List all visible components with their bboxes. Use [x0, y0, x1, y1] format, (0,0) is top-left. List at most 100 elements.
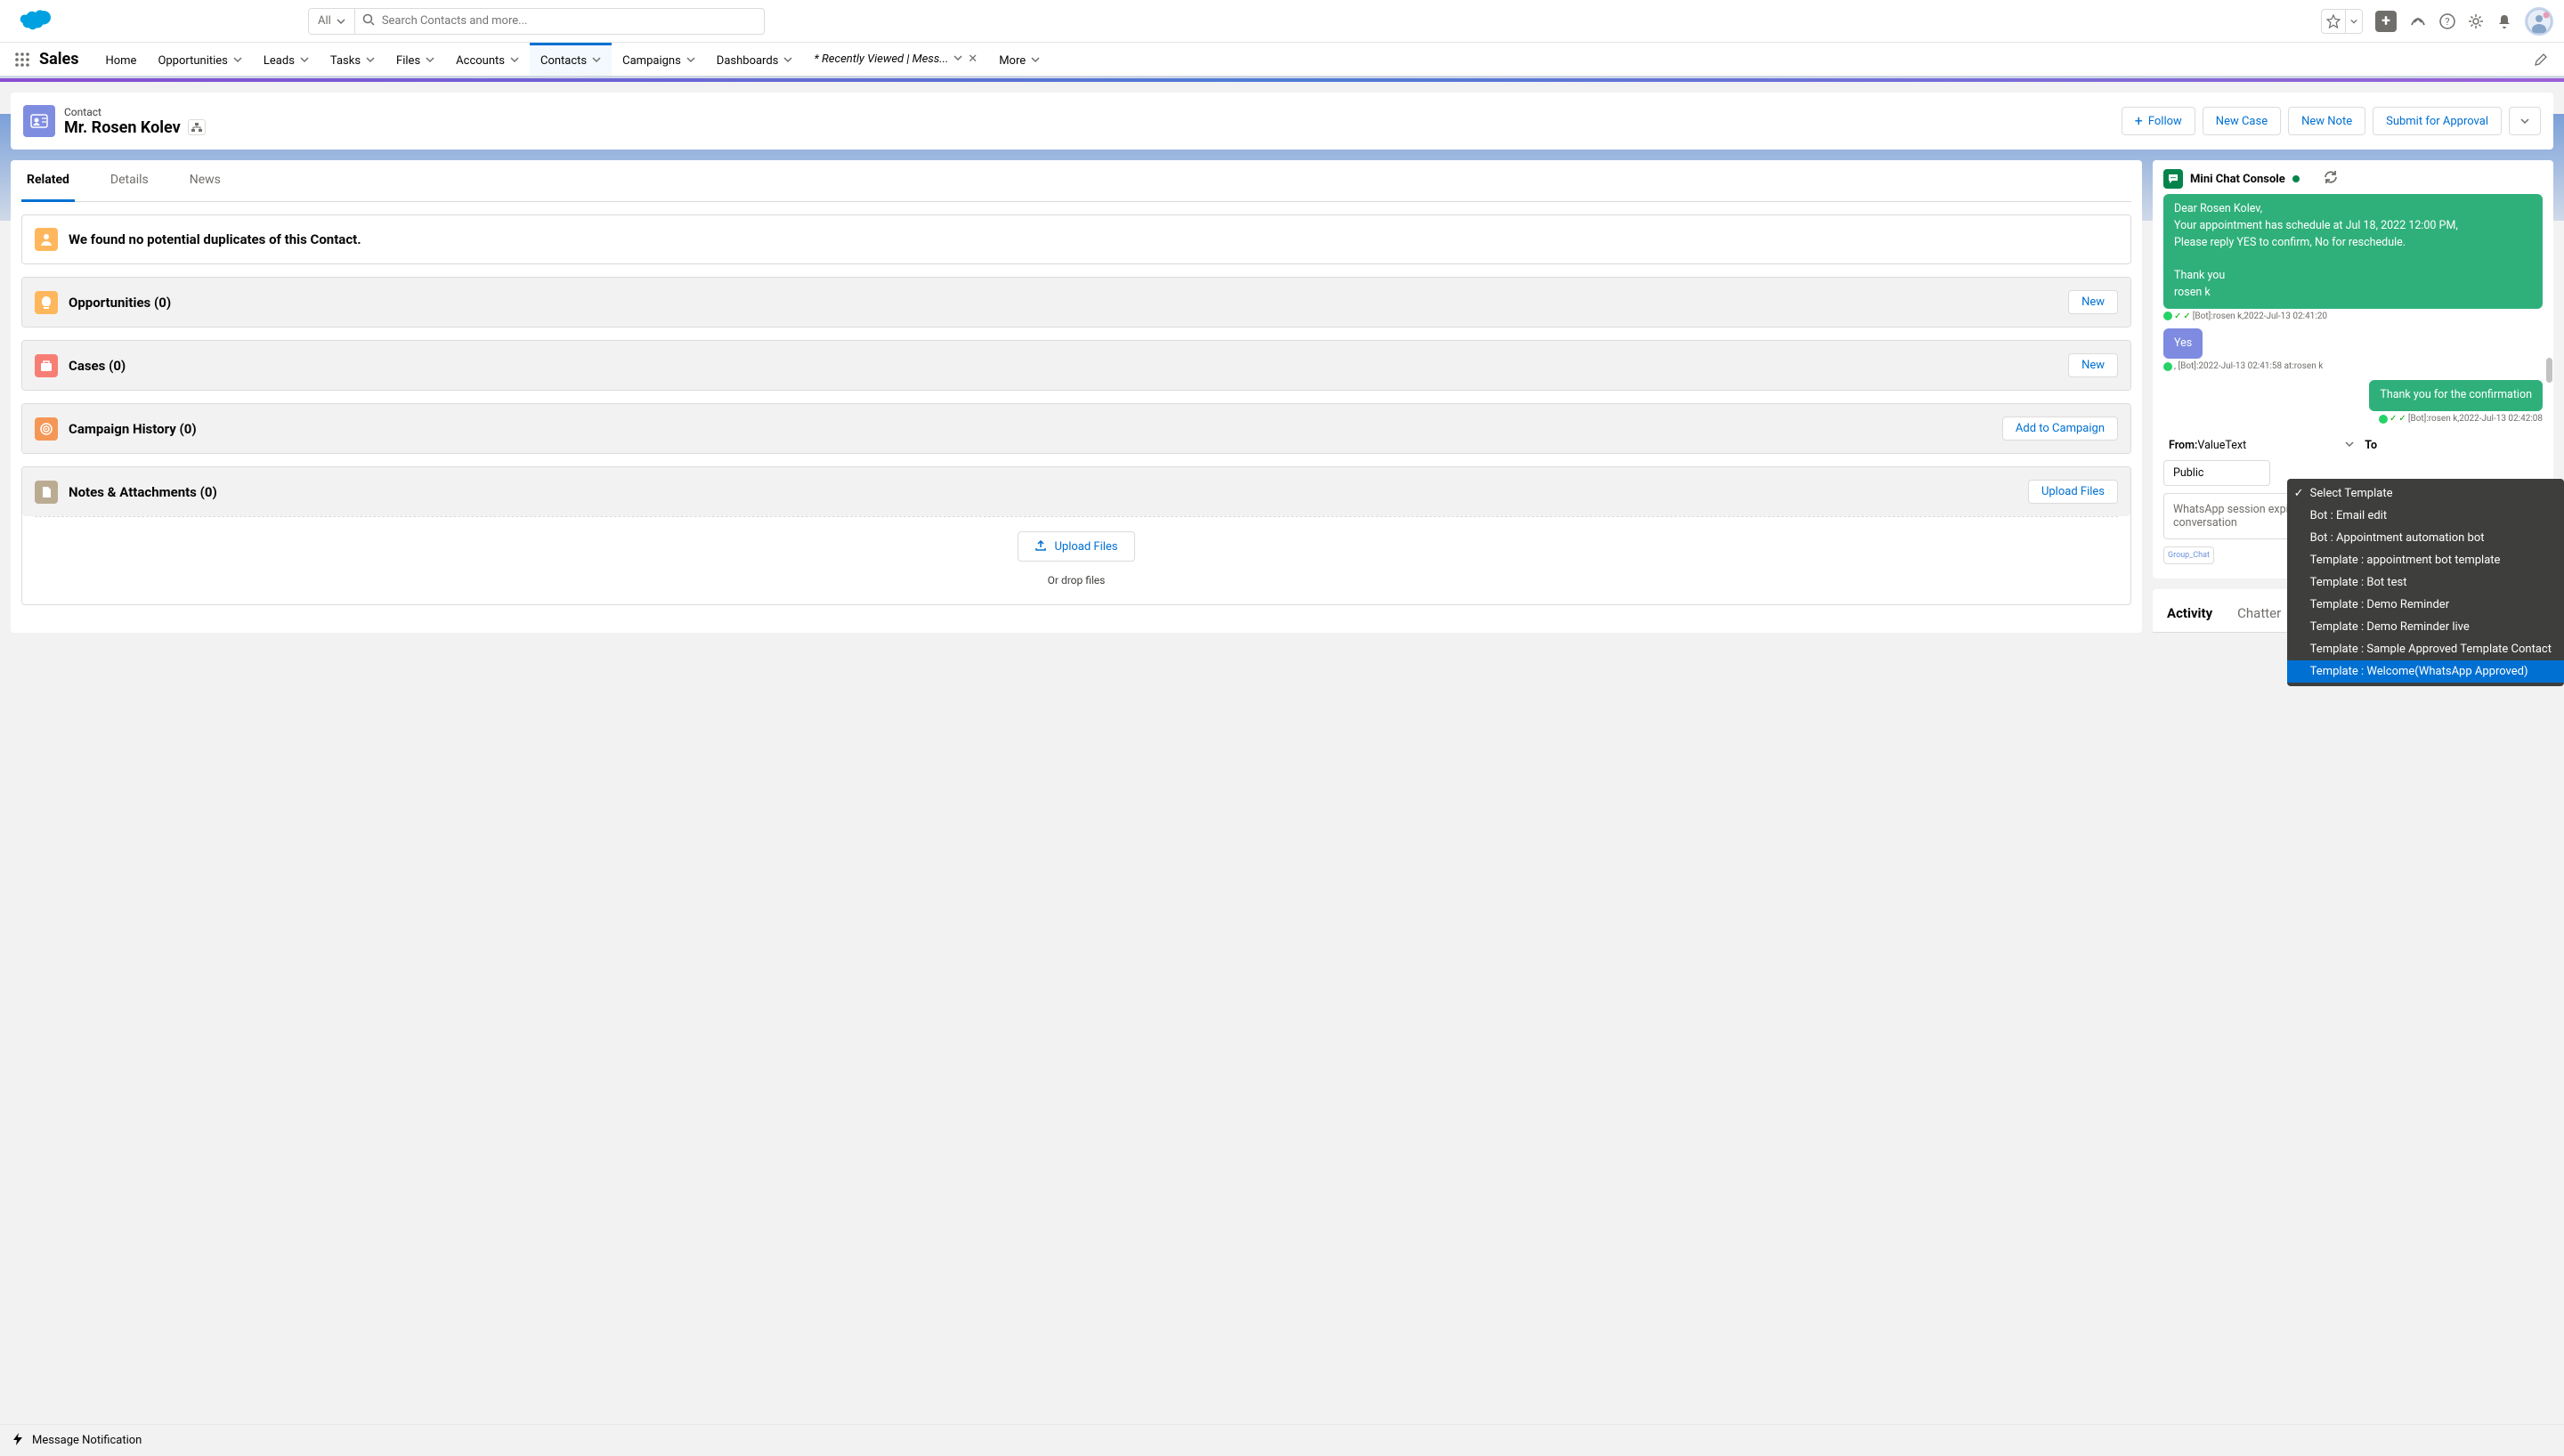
utility-bar: Message Notification [0, 1424, 2564, 1456]
app-name-label: Sales [39, 43, 94, 76]
record-tabs: Related Details News [21, 160, 2131, 202]
dropdown-item[interactable]: Template : Bot test [2287, 571, 2564, 594]
dropdown-item[interactable]: Bot : Appointment automation bot [2287, 527, 2564, 549]
search-scope-label: All [318, 14, 331, 28]
upload-icon [1035, 538, 1047, 554]
chevron-down-icon[interactable] [783, 54, 792, 68]
nav-item-home[interactable]: Home [94, 43, 147, 76]
search-scope-selector[interactable]: All [308, 8, 355, 35]
dropdown-item[interactable]: Template : Sample Approved Template Cont… [2287, 638, 2564, 660]
app-launcher-icon[interactable] [11, 43, 39, 76]
user-avatar[interactable] [2525, 7, 2553, 36]
chat-messages: Dear Rosen Kolev, Your appointment has s… [2163, 194, 2543, 424]
nav-more[interactable]: More [988, 43, 1051, 76]
dropdown-item[interactable]: Template : Demo Reminder live [2287, 616, 2564, 638]
refresh-icon[interactable] [2323, 169, 2339, 189]
chevron-down-icon[interactable] [426, 54, 434, 68]
nav-item-opportunities[interactable]: Opportunities [147, 43, 252, 76]
nav-item-accounts[interactable]: Accounts [445, 43, 530, 76]
whatsapp-icon [2163, 311, 2172, 320]
chevron-down-icon[interactable] [592, 54, 601, 68]
notes-card: Notes & Attachments (0) Upload Files Upl… [21, 466, 2131, 605]
chat-message-outgoing: Dear Rosen Kolev, Your appointment has s… [2163, 194, 2543, 309]
hierarchy-icon[interactable] [188, 119, 206, 135]
opportunities-title[interactable]: Opportunities (0) [69, 295, 171, 311]
pinned-tab[interactable]: * Recently Viewed | Mess... ✕ [803, 43, 988, 76]
add-to-campaign-button[interactable]: Add to Campaign [2002, 417, 2118, 441]
tab-news[interactable]: News [184, 160, 226, 201]
salesforce-logo [11, 5, 59, 37]
nav-more-label: More [999, 54, 1026, 68]
chevron-down-icon [337, 17, 345, 26]
global-search-box [355, 8, 765, 35]
dropdown-item[interactable]: Select Template [2287, 482, 2564, 505]
chevron-down-icon[interactable] [300, 54, 309, 68]
nav-item-leads[interactable]: Leads [253, 43, 320, 76]
whatsapp-icon [2379, 415, 2388, 424]
chevron-down-icon [2345, 439, 2354, 452]
duplicates-card: We found no potential duplicates of this… [21, 214, 2131, 264]
cases-title[interactable]: Cases (0) [69, 358, 126, 374]
chat-message-incoming: Yes [2163, 328, 2203, 360]
campaign-title[interactable]: Campaign History (0) [69, 421, 197, 437]
salesforce-icon[interactable] [2409, 12, 2427, 30]
nav-item-contacts[interactable]: Contacts [530, 43, 612, 76]
message-notification-button[interactable]: Message Notification [32, 1434, 142, 1447]
duplicates-icon [35, 228, 58, 251]
new-case-button[interactable]: New Case [2203, 107, 2281, 135]
nav-item-tasks[interactable]: Tasks [320, 43, 385, 76]
notes-title[interactable]: Notes & Attachments (0) [69, 484, 217, 500]
pinned-tab-label: * Recently Viewed | Mess... [814, 53, 948, 66]
visibility-selector[interactable]: Public [2163, 460, 2270, 486]
nav-item-campaigns[interactable]: Campaigns [612, 43, 706, 76]
dropdown-item[interactable]: Template : appointment bot template [2287, 549, 2564, 571]
new-case-list-button[interactable]: New [2068, 353, 2118, 377]
global-header: All + ? [0, 0, 2564, 43]
upload-files-button[interactable]: Upload Files [2028, 480, 2118, 504]
chevron-down-icon[interactable] [233, 54, 242, 68]
submit-approval-button[interactable]: Submit for Approval [2373, 107, 2502, 135]
edit-pencil-icon[interactable] [2534, 53, 2548, 67]
chevron-down-icon[interactable] [366, 54, 375, 68]
help-icon[interactable]: ? [2439, 13, 2455, 29]
chat-icon [2163, 169, 2183, 189]
app-nav-bar: Sales HomeOpportunitiesLeadsTasksFilesAc… [0, 43, 2564, 78]
chat-meta: ✓✓[Bot]:rosen k,2022-Jul-13 02:42:08 [2163, 414, 2543, 424]
tab-chatter[interactable]: Chatter [2237, 600, 2281, 632]
brand-gradient [0, 78, 2564, 82]
from-selector[interactable]: From:ValueText [2163, 436, 2359, 455]
group-chat-toggle[interactable]: Group_Chat [2163, 546, 2214, 564]
star-icon[interactable] [2322, 14, 2345, 28]
chevron-down-icon[interactable] [510, 54, 519, 68]
tab-details[interactable]: Details [105, 160, 154, 201]
notification-bell-icon[interactable] [2496, 13, 2512, 29]
tab-activity[interactable]: Activity [2167, 600, 2212, 632]
global-create-button[interactable]: + [2375, 11, 2397, 32]
scroll-thumb[interactable] [2546, 358, 2552, 383]
drop-files-text: Or drop files [22, 574, 2130, 586]
duplicates-message: We found no potential duplicates of this… [69, 231, 361, 247]
chat-meta: ✓✓[Bot]:rosen k,2022-Jul-13 02:41:20 [2163, 311, 2543, 321]
chat-panel-title: Mini Chat Console [2190, 173, 2285, 186]
dropdown-item[interactable]: Template : Welcome(WhatsApp Approved) [2287, 660, 2564, 683]
nav-item-files[interactable]: Files [385, 43, 445, 76]
chevron-down-icon[interactable] [2346, 18, 2362, 25]
more-actions-button[interactable] [2509, 107, 2541, 135]
nav-item-dashboards[interactable]: Dashboards [706, 43, 804, 76]
chevron-down-icon[interactable] [953, 53, 962, 66]
file-drop-zone[interactable]: Upload Files Or drop files [22, 517, 2130, 604]
upload-files-inline-button[interactable]: Upload Files [1018, 531, 1134, 562]
new-note-button[interactable]: New Note [2288, 107, 2365, 135]
setup-gear-icon[interactable] [2468, 13, 2484, 29]
related-list-panel: Related Details News We found no potenti… [11, 160, 2142, 633]
dropdown-item[interactable]: Template : Demo Reminder [2287, 594, 2564, 616]
close-tab-icon[interactable]: ✕ [968, 53, 978, 66]
tab-related[interactable]: Related [21, 160, 75, 202]
global-search-input[interactable] [382, 14, 757, 28]
new-opportunity-button[interactable]: New [2068, 290, 2118, 314]
cases-card: Cases (0) New [21, 340, 2131, 391]
campaign-icon [35, 417, 58, 441]
dropdown-item[interactable]: Bot : Email edit [2287, 505, 2564, 527]
follow-button[interactable]: +Follow [2122, 107, 2195, 135]
chevron-down-icon[interactable] [686, 54, 695, 68]
